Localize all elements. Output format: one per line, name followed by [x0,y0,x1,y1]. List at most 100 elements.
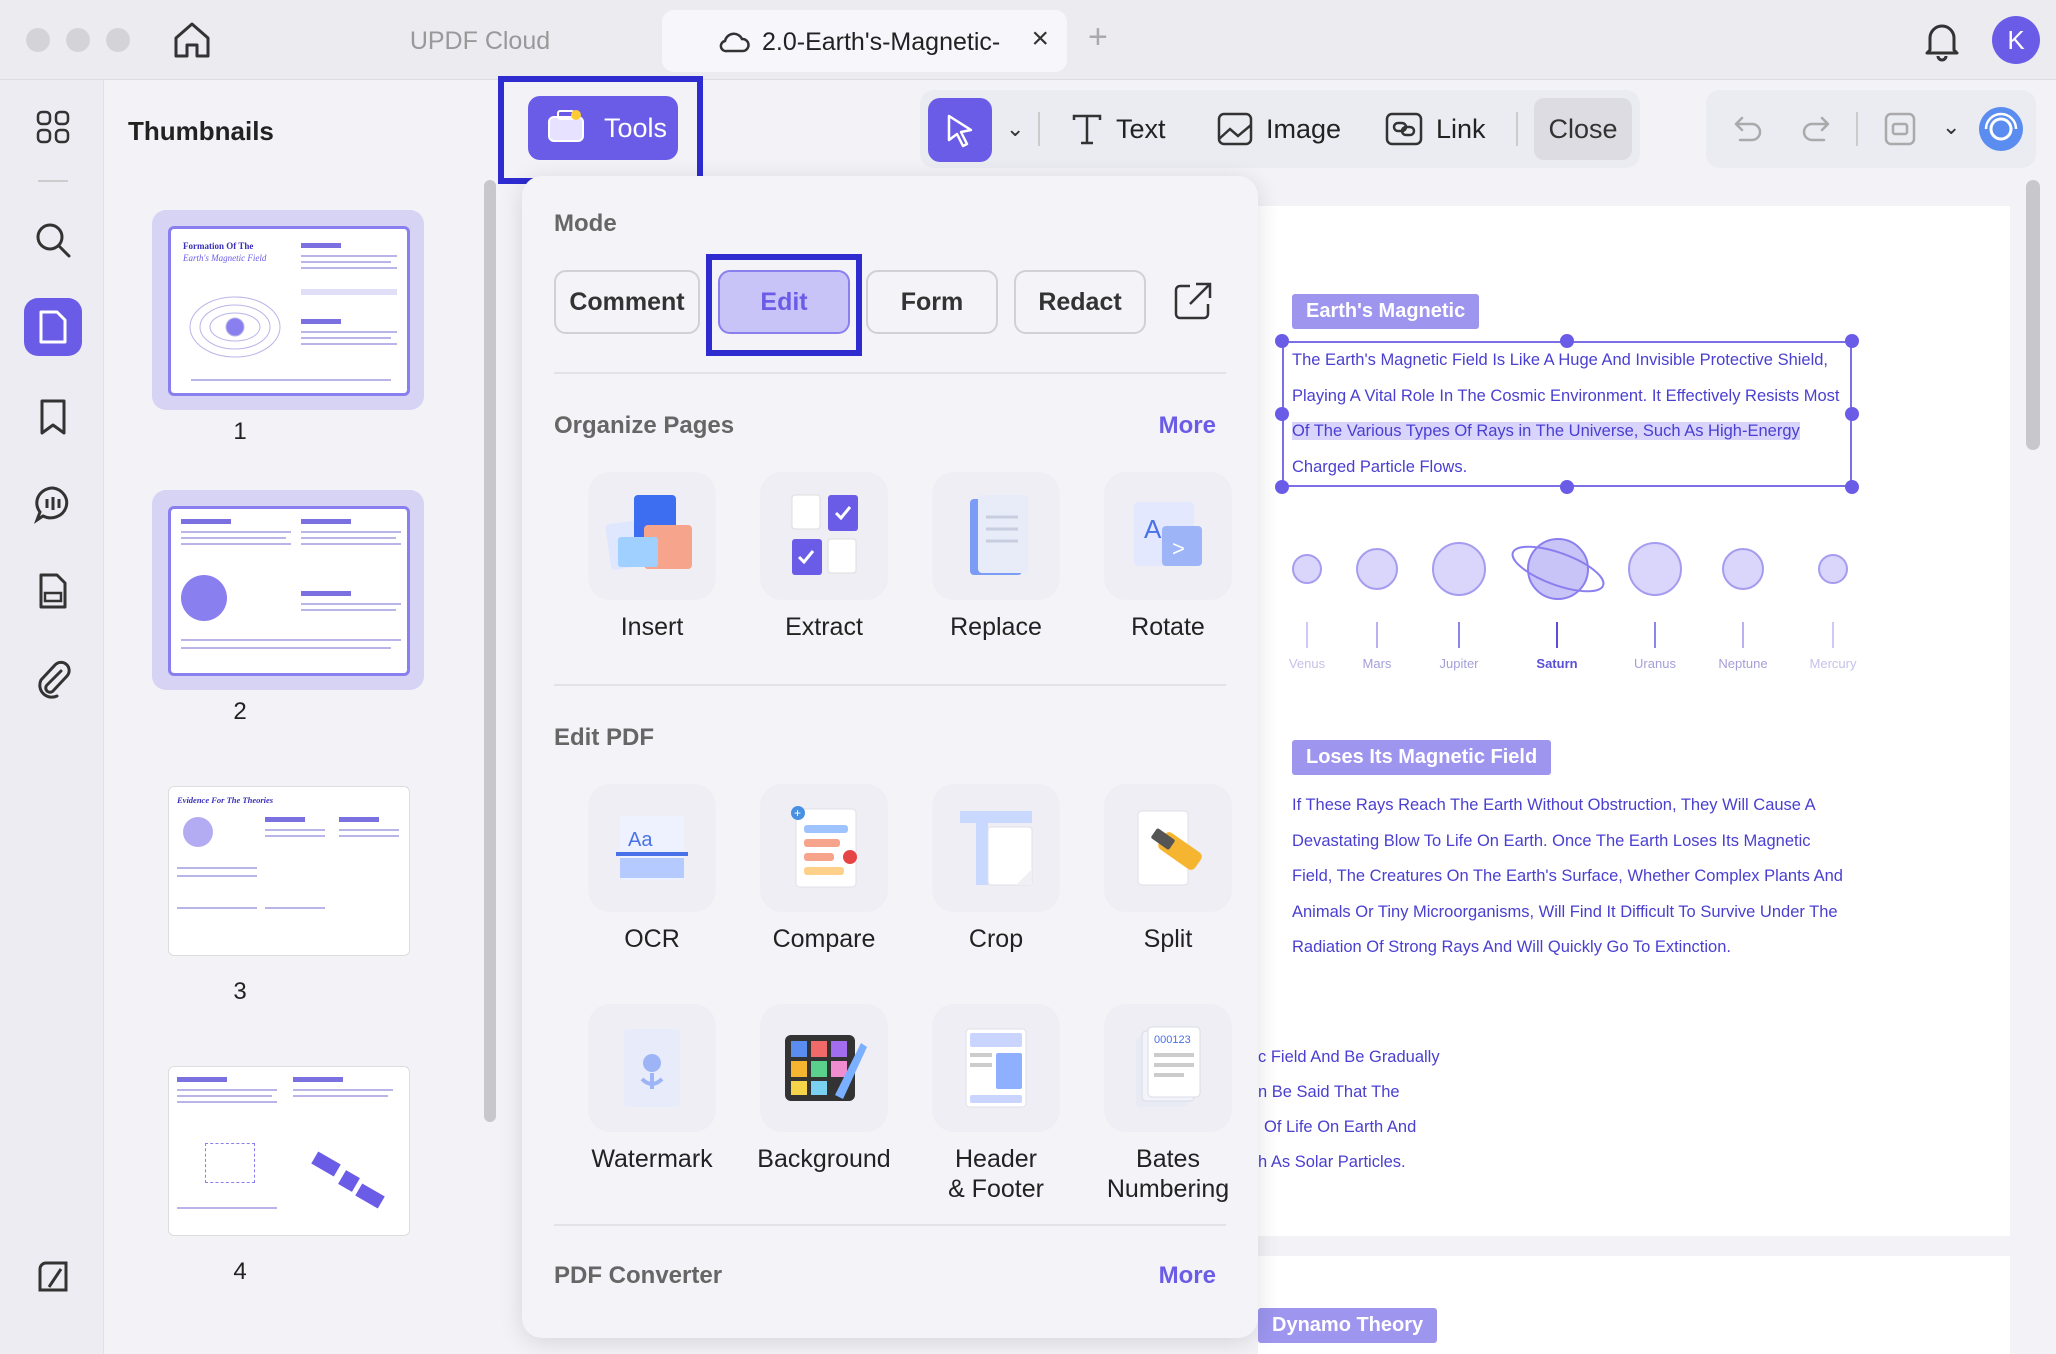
comment-icon[interactable] [24,475,82,533]
tile-label-line: Numbering [1106,1175,1230,1203]
planet-tick [1742,622,1744,648]
replace-pages-icon [932,472,1060,600]
resize-handle[interactable] [1275,480,1289,494]
bates-numbering-tool[interactable]: 000123 Bates Numbering [1082,1004,1254,1204]
window-minimize-dot[interactable] [66,28,90,52]
thumbnail-subheading: Earth's Magnetic Field [183,253,267,263]
window-zoom-dot[interactable] [106,28,130,52]
page-thumbnail-4[interactable] [152,1050,424,1250]
window-close-dot[interactable] [26,28,50,52]
save-icon[interactable] [1882,110,1918,153]
sidebar-toggle-icon[interactable] [24,1248,82,1306]
tools-highlight [498,76,703,184]
search-icon[interactable] [24,211,82,269]
resize-handle[interactable] [1845,480,1859,494]
home-icon[interactable] [170,18,214,62]
edit-toolbar: ⌄ Text Image Link Close [920,90,1640,168]
image-tool-button[interactable]: Image [1216,104,1341,154]
close-tab-icon[interactable]: × [1031,22,1049,56]
page-thumbnail-2[interactable] [152,490,424,690]
menu-divider [554,1224,1226,1226]
bell-icon[interactable] [1922,18,1962,67]
svg-text:>: > [1172,536,1185,561]
resize-handle[interactable] [1275,334,1289,348]
redo-icon[interactable] [1800,110,1836,151]
text-tool-button[interactable]: Text [1070,104,1166,154]
text-line: c Field And Be Gradually [1258,1048,1440,1066]
thumb-line [191,379,391,381]
select-tool-button[interactable] [928,98,992,162]
tile-label: Compare [772,925,876,953]
tile-label-line: Header [955,1145,1037,1173]
replace-tool[interactable]: Replace [910,472,1082,642]
bates-numbering-icon: 000123 [1104,1004,1232,1132]
split-tool[interactable]: Split [1082,784,1254,954]
link-tool-button[interactable]: Link [1384,104,1486,154]
crop-tool[interactable]: Crop [910,784,1082,954]
thumbnail-image: Evidence For The Theories [168,786,410,956]
watermark-tool[interactable]: Watermark [566,1004,738,1174]
tab-label: UPDF Cloud [409,26,551,55]
resize-handle[interactable] [1845,334,1859,348]
ocr-tool[interactable]: Aa OCR [566,784,738,954]
thumbnail-image [168,1066,410,1236]
document-scrollbar[interactable] [2026,180,2040,450]
thumb-line [265,829,325,831]
link-icon [1385,112,1423,146]
mode-section-title: Mode [554,210,617,237]
thumb-line [177,1101,277,1103]
converter-more-link[interactable]: More [1159,1262,1216,1290]
open-external-icon[interactable] [1172,280,1214,327]
mode-form-button[interactable]: Form [866,270,998,334]
thumb-line [181,543,291,545]
thumbnail-scrollbar[interactable] [484,180,496,1122]
attachment-icon[interactable] [24,650,82,708]
new-tab-icon[interactable]: + [1088,18,1108,57]
resize-handle[interactable] [1275,407,1289,421]
paragraph-2[interactable]: If These Rays Reach The Earth Without Ob… [1292,788,1843,966]
chevron-down-icon[interactable]: ⌄ [1006,116,1024,142]
extract-tool[interactable]: Extract [738,472,910,642]
tab-updf-cloud[interactable]: UPDF Cloud [300,10,660,72]
cursor-icon [947,114,973,148]
mode-redact-button[interactable]: Redact [1014,270,1146,334]
svg-text:A: A [1144,514,1162,544]
background-tool[interactable]: Background [738,1004,910,1174]
tile-label: Extract [785,613,863,641]
avatar[interactable]: K [1992,16,2040,64]
undo-icon[interactable] [1728,110,1764,151]
text-selection-frame[interactable] [1282,341,1852,487]
tab-document[interactable]: 2.0-Earth's-Magnetic- × [662,10,1067,72]
planet-jupiter [1432,542,1486,596]
thumbnail-panel: Thumbnails Formation Of The Earth's Magn… [104,80,482,1354]
thumbnail-image: Formation Of The Earth's Magnetic Field [168,226,410,396]
section-heading: Earth's Magnetic [1292,294,1480,329]
stamp-icon[interactable] [24,562,82,620]
chevron-down-icon[interactable]: ⌄ [1942,114,1960,140]
close-edit-button[interactable]: Close [1534,98,1632,160]
ai-assistant-icon[interactable] [1976,104,2026,159]
organize-more-link[interactable]: More [1159,412,1216,440]
thumb-line [301,537,396,539]
bookmark-icon[interactable] [24,388,82,446]
tile-label: Rotate [1131,613,1205,641]
header-footer-tool[interactable]: Header & Footer [910,1004,1082,1204]
resize-handle[interactable] [1845,407,1859,421]
page-thumbnails-icon[interactable] [24,298,82,356]
mode-comment-button[interactable]: Comment [554,270,700,334]
toolbar-divider [1038,112,1040,146]
menu-divider [554,372,1226,374]
compare-tool[interactable]: + Compare [738,784,910,954]
text-line: Devastating Blow To Life On Earth. Once … [1292,831,1811,850]
apps-grid-icon[interactable] [24,98,82,156]
planet-label: Jupiter [1439,656,1479,671]
resize-handle[interactable] [1560,480,1574,494]
page-thumbnail-1[interactable]: Formation Of The Earth's Magnetic Field [152,210,424,410]
tile-label-line: Bates [1136,1145,1200,1173]
resize-handle[interactable] [1560,334,1574,348]
history-toolbar: ⌄ [1706,90,2036,168]
page-thumbnail-3[interactable]: Evidence For The Theories [152,770,424,970]
rotate-tool[interactable]: A > Rotate [1082,472,1254,642]
insert-tool[interactable]: Insert [566,472,738,642]
paragraph-3[interactable]: c Field And Be Gradually n Be Said That … [1258,1040,1440,1180]
